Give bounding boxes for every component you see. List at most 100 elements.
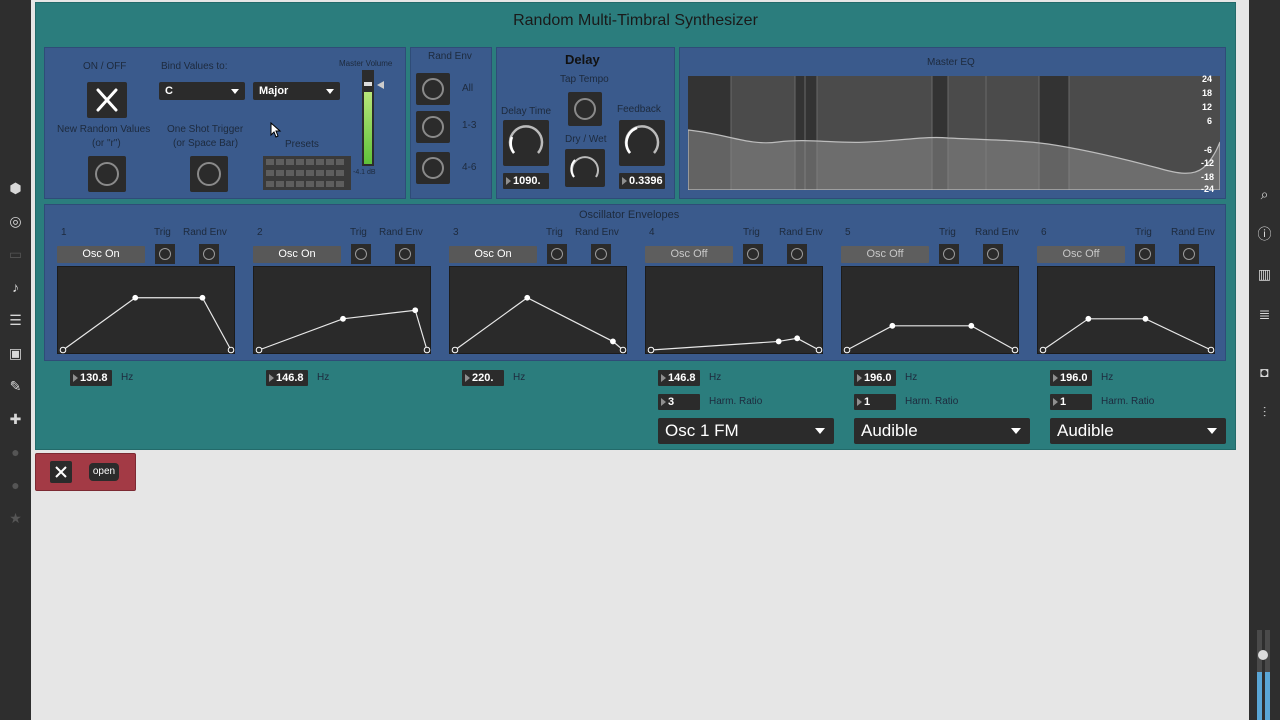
rand-env-button[interactable] [199,244,219,264]
envelope-editor[interactable] [253,266,431,354]
image-icon[interactable]: ▣ [0,343,31,363]
playlist-icon[interactable]: ☰ [0,310,31,330]
envelope-point [423,346,431,354]
mode-dropdown[interactable]: Audible [1050,418,1226,444]
camera-icon[interactable]: ◘ [1249,362,1280,382]
oscillator-params: 220. Hz [462,370,642,450]
osc-toggle-button[interactable]: Osc Off [645,246,733,263]
trig-button[interactable] [939,244,959,264]
star-icon[interactable]: ★ [0,508,31,528]
trig-button[interactable] [1135,244,1155,264]
mode-dropdown[interactable]: Audible [854,418,1030,444]
open-button[interactable]: open [89,463,119,481]
harmonic-ratio-value[interactable]: 1 [1050,394,1092,410]
feedback-knob[interactable] [619,120,665,166]
tap-tempo-button[interactable] [568,92,602,126]
trig-button[interactable] [351,244,371,264]
volume-pointer-icon [377,81,384,89]
rand-env-button[interactable] [787,244,807,264]
trig-button[interactable] [155,244,175,264]
trig-button[interactable] [743,244,763,264]
osc-toggle-button[interactable]: Osc On [253,246,341,263]
envelope-editor[interactable] [1037,266,1215,354]
envelope-curve [843,322,1019,354]
frequency-value[interactable]: 196.0 [854,370,896,386]
info-icon[interactable]: ⓘ [1249,224,1280,244]
package-icon[interactable]: ⬢ [0,178,31,198]
output-meter [1257,630,1271,720]
plug-icon[interactable]: ✚ [0,409,31,429]
onoff-label: ON / OFF [83,61,127,72]
video-icon[interactable]: ▭ [0,244,31,264]
rand-env-all-button[interactable] [416,73,450,105]
eq-curve-graph [687,76,1221,191]
osc-toggle-button[interactable]: Osc On [449,246,537,263]
master-volume-meter[interactable] [362,70,374,166]
harmonic-ratio-value[interactable]: 3 [658,394,700,410]
envelope-point [227,346,235,354]
osc-toggle-button[interactable]: Osc Off [1037,246,1125,263]
random-values-button[interactable] [88,156,126,192]
delay-time-knob[interactable] [503,120,549,166]
feedback-value[interactable]: 0.3396 [619,173,665,189]
one-shot-trigger-button[interactable] [190,156,228,192]
random-values-hint: (or "r") [92,138,121,149]
scale-dropdown[interactable]: Major [253,82,340,100]
envelope-editor[interactable] [841,266,1019,354]
paperclip-icon[interactable]: ✎ [0,376,31,396]
envelope-editor[interactable] [57,266,235,354]
hz-label: Hz [905,372,918,383]
frequency-value[interactable]: 146.8 [658,370,700,386]
harmonic-ratio-value[interactable]: 1 [854,394,896,410]
osc-toggle-button[interactable]: Osc On [57,246,145,263]
oscillator-envelopes-panel: Oscillator Envelopes 1 Trig Rand Env Osc On… [44,204,1226,361]
dry-wet-knob[interactable] [565,149,605,187]
presets-grid[interactable] [263,156,351,190]
onoff-toggle[interactable] [87,82,127,118]
mode-value: Audible [861,421,918,440]
envelope-point [619,346,627,354]
envelope-editor[interactable] [645,266,823,354]
presets-label: Presets [285,139,319,150]
eq-display[interactable]: 24 18 12 6 -6 -12 -18 -24 [687,74,1221,194]
envelope-editor[interactable] [449,266,627,354]
mode-dropdown[interactable]: Osc 1 FM [658,418,834,444]
rand-env-button[interactable] [1179,244,1199,264]
oscillator-column: 1 Trig Rand Env Osc On [57,205,235,362]
eq-scale-6: 6 [1206,116,1212,126]
close-button[interactable] [50,461,72,483]
bind-label: Bind Values to: [161,61,228,72]
envelope-point [340,315,346,322]
mixer-icon[interactable]: ⫶ [1249,402,1280,422]
envelope-point [775,338,782,345]
master-eq-panel: Master EQ 24 18 12 6 -6 -12 -18 -24 [679,47,1226,199]
mode-value: Osc 1 FM [665,421,739,440]
list-icon[interactable]: ≣ [1249,304,1280,324]
search-icon[interactable]: ⌕ [1249,184,1280,204]
chevron-down-icon [231,89,239,94]
rand-env-button[interactable] [395,244,415,264]
rand-env-1-3-button[interactable] [416,111,450,143]
rand-env-button[interactable] [591,244,611,264]
music-note-icon[interactable]: ♪ [0,277,31,297]
delay-time-value[interactable]: 1090. [503,173,549,189]
key-dropdown[interactable]: C [159,82,245,100]
frequency-value[interactable]: 130.8 [70,370,112,386]
trig-button[interactable] [547,244,567,264]
frequency-value[interactable]: 220. [462,370,504,386]
v-icon[interactable]: ● [0,475,31,495]
envelope-point [889,322,896,329]
envelope-point [199,294,206,301]
target-icon[interactable]: ◎ [0,211,31,231]
m-icon[interactable]: ● [0,442,31,462]
rand-env-4-6-button[interactable] [416,152,450,184]
tap-tempo-label: Tap Tempo [560,74,609,85]
hz-label: Hz [317,372,330,383]
envelope-curve [255,307,431,354]
book-icon[interactable]: ▥ [1249,264,1280,284]
frequency-value[interactable]: 146.8 [266,370,308,386]
rand-env-button[interactable] [983,244,1003,264]
osc-toggle-button[interactable]: Osc Off [841,246,929,263]
eq-scale-neg24: -24 [1200,184,1214,194]
frequency-value[interactable]: 196.0 [1050,370,1092,386]
